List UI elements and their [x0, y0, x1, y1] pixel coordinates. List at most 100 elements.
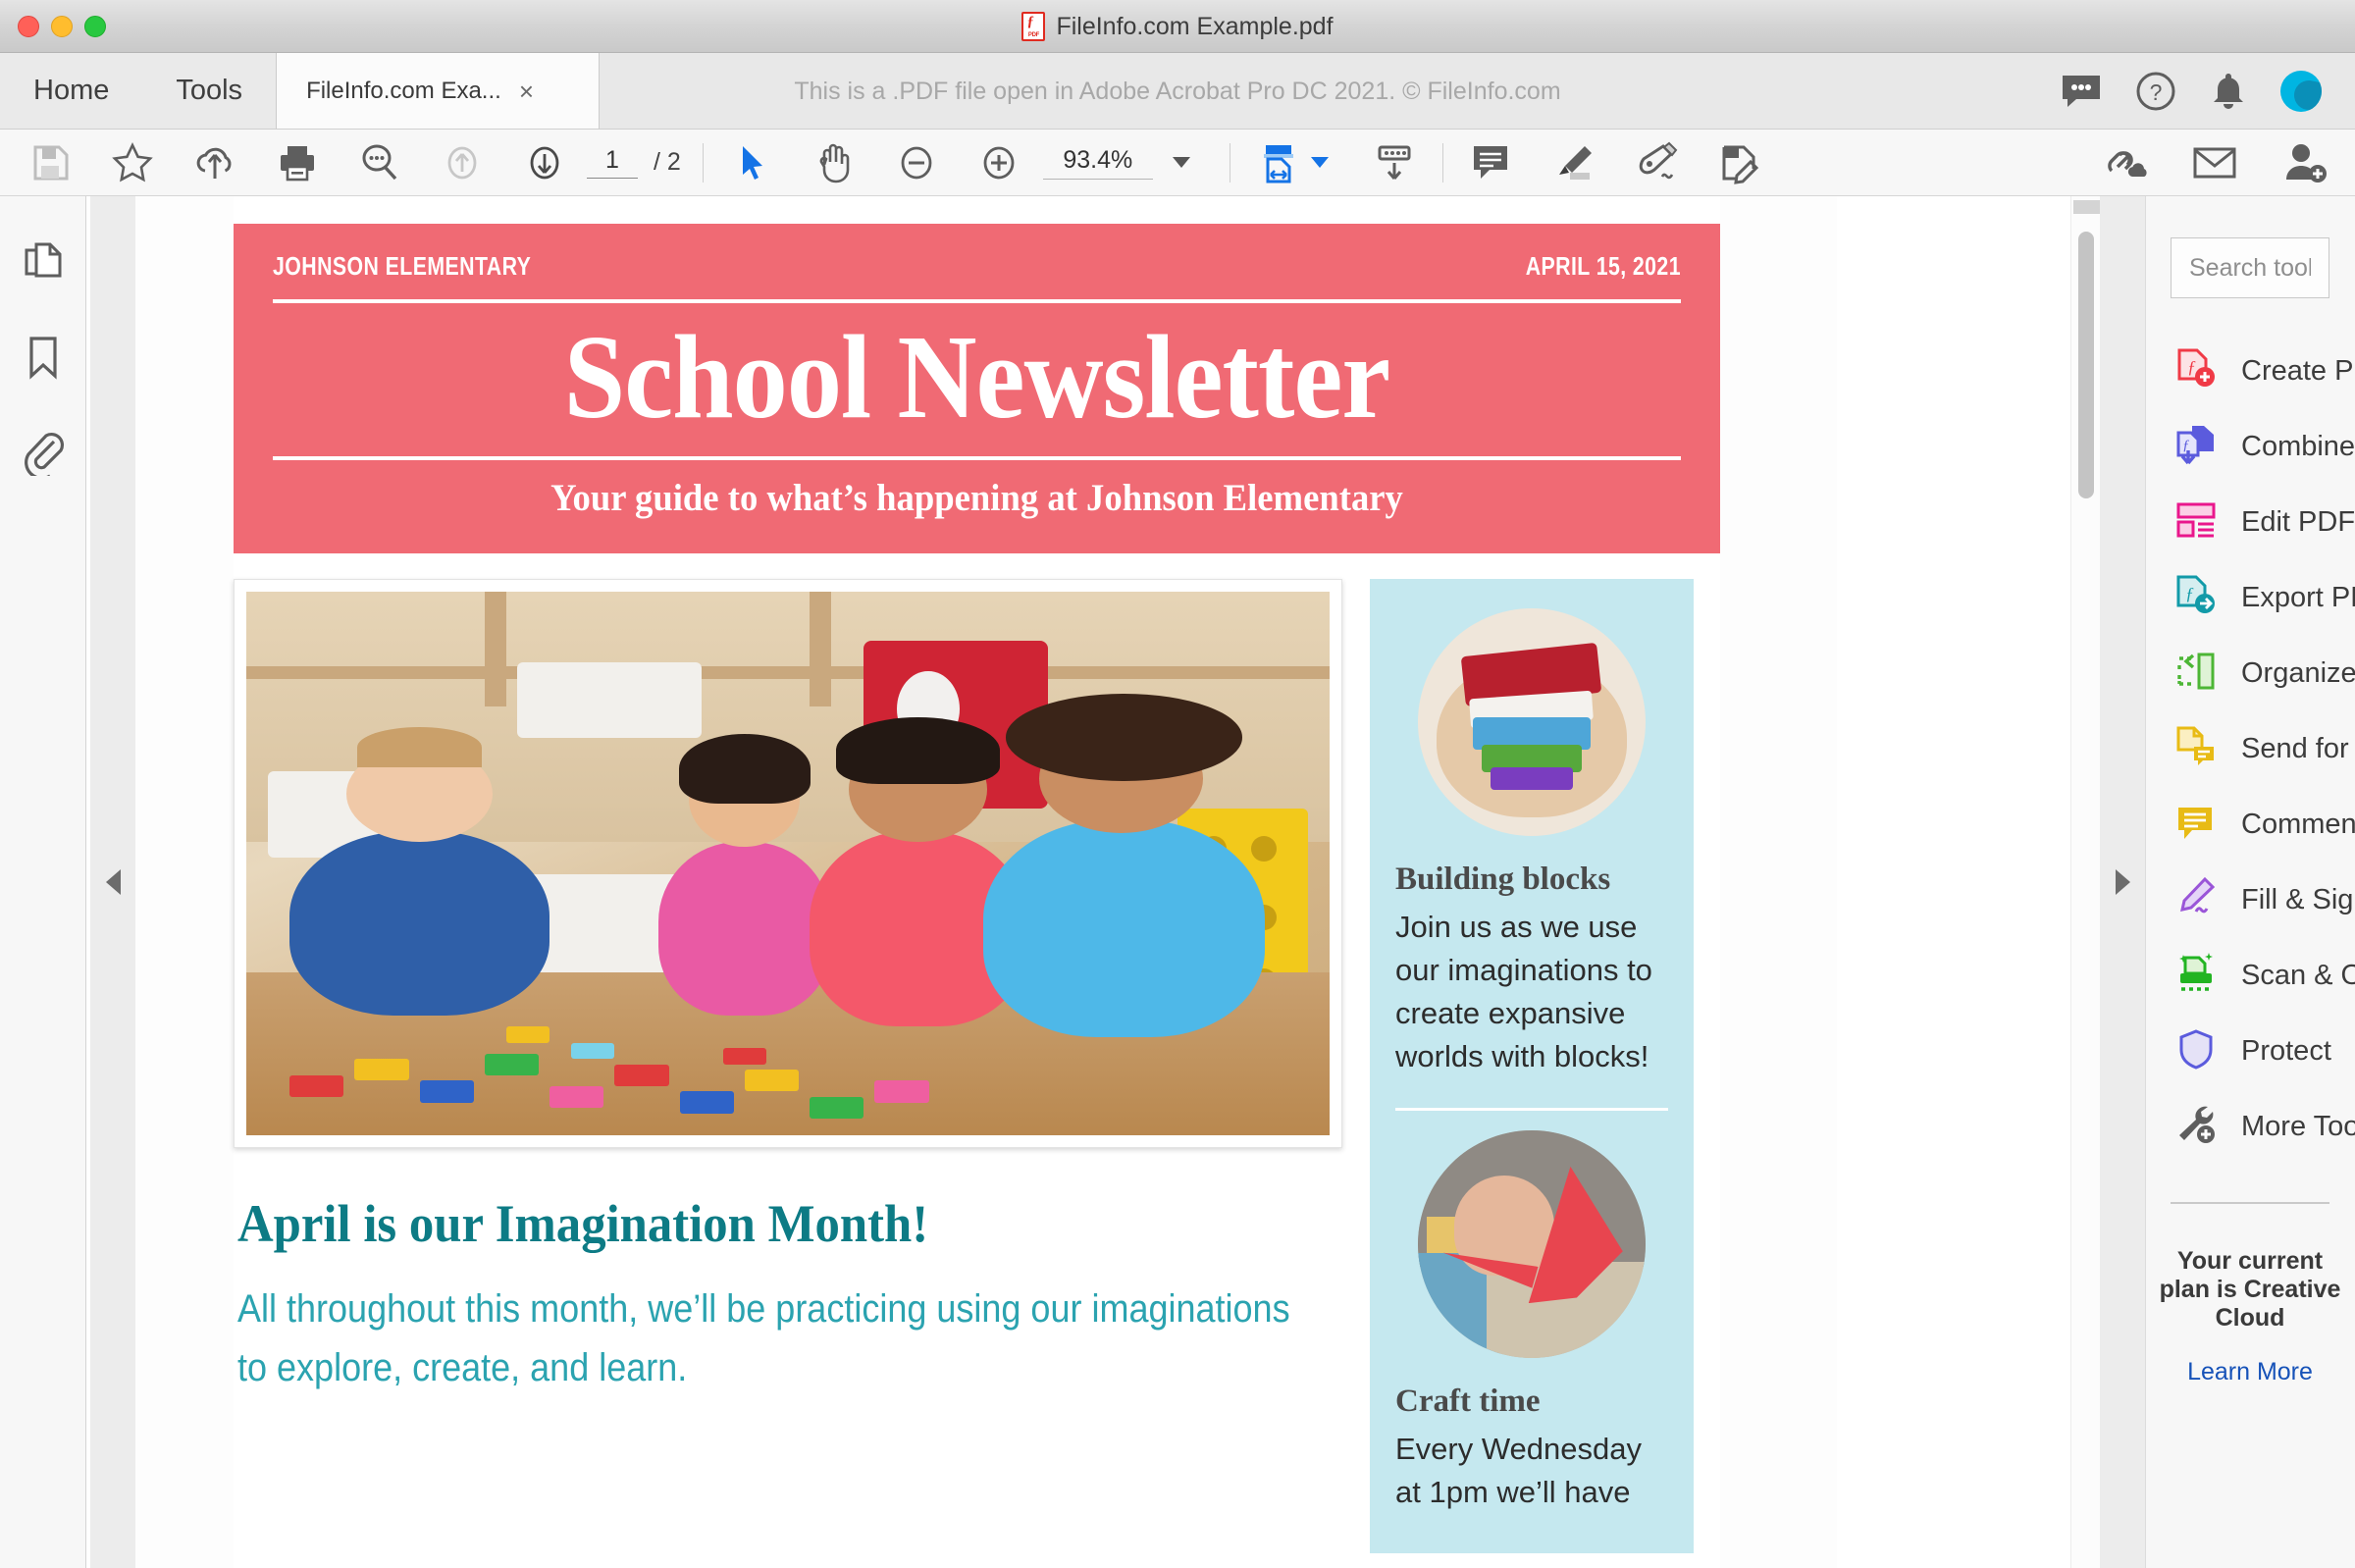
tool-scan-ocr[interactable]: Scan & OCR [2145, 938, 2355, 1014]
article-body: All throughout this month, we’ll be prac… [237, 1286, 1290, 1389]
minimize-window-button[interactable] [51, 15, 73, 37]
chat-icon[interactable] [2061, 74, 2102, 109]
sign-icon[interactable] [1630, 136, 1683, 189]
home-button[interactable]: Home [0, 53, 143, 129]
zoom-control [1042, 145, 1190, 180]
collapse-right-arrow-icon [2115, 869, 2130, 895]
scrollbar-cap [2073, 200, 2101, 214]
scroll-mode-icon[interactable] [1368, 136, 1421, 189]
craft-photo [1418, 1129, 1646, 1358]
email-icon[interactable] [2188, 136, 2241, 189]
search-tools-input[interactable] [2171, 237, 2329, 298]
window-title-group: ƒ PDF FileInfo.com Example.pdf [0, 0, 2355, 53]
tools-panel-content: ƒ Create PDF ƒ Combine Files Edit PDF ƒ … [2145, 196, 2355, 1386]
newsletter-body: April is our Imagination Month! All thro… [234, 553, 1720, 1553]
tool-combine-files[interactable]: ƒ Combine Files [2145, 409, 2355, 485]
learn-more-link[interactable]: Learn More [2145, 1333, 2355, 1386]
fill-and-sign-icon [2174, 876, 2218, 924]
tab-bar: Home Tools FileInfo.com Exa... × This is… [0, 53, 2355, 130]
search-icon[interactable] [353, 136, 406, 189]
tool-protect[interactable]: Protect [2145, 1014, 2355, 1089]
hero-photo [246, 591, 1330, 1135]
tool-label: Comment [2241, 809, 2355, 840]
newsletter-sidebar: Building blocks Join us as we use our im… [1370, 578, 1694, 1553]
masthead-rule-bottom [273, 455, 1681, 460]
window-title: FileInfo.com Example.pdf [1056, 12, 1334, 40]
more-tools-icon [2174, 1103, 2218, 1151]
close-tab-icon[interactable]: × [519, 78, 534, 104]
plan-status-text: Your current plan is Creative Cloud [2159, 1247, 2341, 1332]
upload-cloud-icon[interactable] [188, 136, 241, 189]
tool-edit-pdf[interactable]: Edit PDF [2145, 485, 2355, 560]
tool-create-pdf[interactable]: ƒ Create PDF [2145, 334, 2355, 409]
newsletter-masthead: JOHNSON ELEMENTARY APRIL 15, 2021 School… [234, 224, 1720, 553]
tool-send-for-comments[interactable]: Send for Comments [2145, 711, 2355, 787]
document-vertical-scrollbar[interactable] [2070, 196, 2101, 1568]
tool-label: Edit PDF [2241, 506, 2355, 538]
page-thumbnails-icon[interactable] [18, 237, 69, 288]
comment-icon[interactable] [1465, 136, 1518, 189]
page-navigation: / 2 [587, 146, 681, 179]
tool-export-pdf[interactable]: ƒ Export PDF [2145, 560, 2355, 636]
document-tab-label: FileInfo.com Exa... [306, 77, 501, 104]
organize-pages-icon [2174, 650, 2218, 698]
masthead-rule-top [273, 299, 1681, 303]
tool-comment[interactable]: Comment [2145, 787, 2355, 862]
sidebar-card-1-heading: Building blocks [1395, 861, 1611, 897]
pdf-file-icon: ƒ PDF [1021, 12, 1046, 41]
attachments-icon[interactable] [18, 426, 69, 477]
tools-button[interactable]: Tools [142, 53, 277, 129]
fit-width-icon[interactable] [1252, 136, 1305, 189]
bell-icon[interactable] [2210, 71, 2247, 112]
left-navigation-rail [0, 196, 86, 1568]
zoom-out-icon[interactable] [890, 136, 943, 189]
add-person-icon[interactable] [2278, 136, 2331, 189]
photo-child-2 [657, 733, 832, 1016]
zoom-dropdown-caret[interactable] [1172, 157, 1190, 168]
save-icon[interactable] [24, 136, 77, 189]
newsletter-subtitle: Your guide to what’s happening at Johnso… [550, 476, 1403, 519]
collapse-left-panel-button[interactable] [90, 196, 135, 1568]
pdf-page: JOHNSON ELEMENTARY APRIL 15, 2021 School… [234, 196, 1720, 1568]
blocks-photo [1418, 607, 1646, 836]
window-titlebar: ƒ PDF FileInfo.com Example.pdf [0, 0, 2355, 53]
share-link-icon[interactable] [2098, 136, 2151, 189]
bookmarks-icon[interactable] [18, 332, 69, 383]
newsletter-title: School Newsletter [563, 311, 1390, 444]
document-tab[interactable]: FileInfo.com Exa... × [276, 53, 601, 129]
zoom-in-icon[interactable] [972, 136, 1025, 189]
tool-organize-pages[interactable]: Organize Pages [2145, 636, 2355, 711]
comment-icon [2174, 801, 2218, 849]
hand-tool-icon[interactable] [808, 136, 861, 189]
send-for-comments-icon [2174, 725, 2218, 773]
scan-ocr-icon [2174, 952, 2218, 1000]
page-number-input[interactable] [587, 146, 638, 179]
tools-list: ƒ Create PDF ƒ Combine Files Edit PDF ƒ … [2145, 298, 2355, 1165]
previous-page-icon[interactable] [436, 136, 489, 189]
help-icon[interactable]: ? [2135, 71, 2176, 112]
highlight-icon[interactable] [1547, 136, 1600, 189]
user-avatar[interactable] [2280, 70, 2322, 112]
edit-pdf-icon [2174, 498, 2218, 547]
hero-photo-frame [234, 578, 1342, 1148]
fit-dropdown-caret[interactable] [1310, 157, 1329, 168]
star-icon[interactable] [106, 136, 159, 189]
zoom-level-input[interactable] [1042, 145, 1153, 180]
collapse-right-panel-button[interactable] [2100, 196, 2145, 1568]
svg-text:ƒ: ƒ [2187, 357, 2196, 377]
tool-label: Send for Comments [2241, 733, 2355, 764]
select-tool-icon[interactable] [725, 136, 778, 189]
print-icon[interactable] [271, 136, 324, 189]
document-viewport[interactable]: JOHNSON ELEMENTARY APRIL 15, 2021 School… [135, 196, 1837, 1568]
scrollbar-thumb[interactable] [2078, 232, 2094, 498]
tool-more-tools[interactable]: More Tools [2145, 1089, 2355, 1165]
next-page-icon[interactable] [518, 136, 571, 189]
zoom-window-button[interactable] [84, 15, 106, 37]
svg-text:ƒ: ƒ [2185, 584, 2194, 603]
toolbar-divider-3 [1441, 142, 1443, 183]
tool-fill-and-sign[interactable]: Fill & Sign [2145, 862, 2355, 938]
tool-label: Organize Pages [2241, 657, 2355, 689]
edit-pdf-icon[interactable] [1712, 136, 1765, 189]
close-window-button[interactable] [18, 15, 39, 37]
tool-label: Create PDF [2241, 355, 2355, 387]
